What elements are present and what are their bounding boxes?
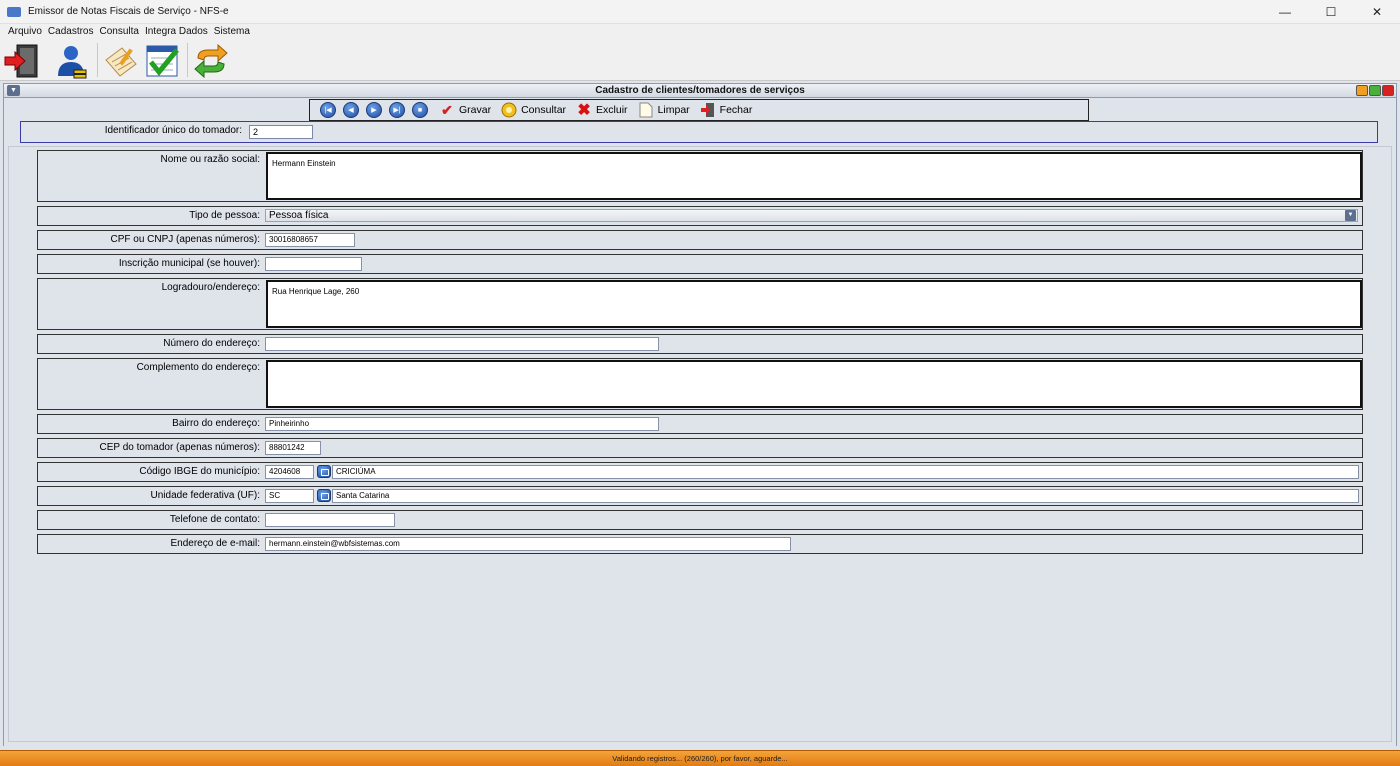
cep-label: CEP do tomador (apenas números): [99, 442, 260, 453]
consultar-button[interactable]: Consultar [501, 102, 566, 118]
id-input[interactable]: 2 [249, 125, 313, 139]
id-label: Identificador único do tomador: [104, 125, 242, 136]
fechar-button[interactable]: Fechar [700, 102, 752, 118]
notes-icon[interactable] [102, 42, 140, 80]
inscricao-input[interactable] [265, 257, 362, 271]
app-window: Emissor de Notas Fiscais de Serviço - NF… [0, 0, 1400, 766]
uf-label: Unidade federativa (UF): [150, 490, 261, 501]
complemento-label: Complemento do endereço: [136, 362, 260, 373]
toolbar-separator [187, 43, 188, 77]
row-cpf-cnpj: CPF ou CNPJ (apenas números): 3001680865… [37, 230, 1363, 250]
menu-integra-dados[interactable]: Integra Dados [145, 26, 208, 37]
blank-page-icon [638, 102, 654, 118]
exit-door-icon [700, 102, 716, 118]
close-button[interactable]: ✕ [1354, 0, 1400, 24]
checklist-icon[interactable] [143, 42, 181, 80]
nome-label: Nome ou razão social: [160, 154, 261, 165]
ibge-label: Código IBGE do município: [139, 466, 260, 477]
search-icon [501, 102, 517, 118]
row-ibge: Código IBGE do município: 4204608 CRICIÚ… [37, 462, 1363, 482]
menu-consulta[interactable]: Consulta [99, 26, 138, 37]
last-record-icon[interactable]: ▶| [389, 102, 405, 118]
numero-input[interactable] [265, 337, 659, 351]
row-tipo-pessoa: Tipo de pessoa: Pessoa física ▼ [37, 206, 1363, 226]
ibge-input[interactable]: 4204608 [265, 465, 314, 479]
internal-frame-titlebar: ▼ Cadastro de clientes/tomadores de serv… [3, 83, 1397, 98]
frame-maximize-button[interactable] [1369, 85, 1381, 96]
menu-sistema[interactable]: Sistema [214, 26, 250, 37]
next-record-icon[interactable]: ▶ [366, 102, 382, 118]
email-label: Endereço de e-mail: [170, 538, 261, 549]
frame-title: Cadastro de clientes/tomadores de serviç… [595, 85, 805, 96]
limpar-button[interactable]: Limpar [638, 102, 690, 118]
municipio-name-field: CRICIÚMA [332, 465, 1359, 479]
cpf-cnpj-label: CPF ou CNPJ (apenas números): [110, 234, 260, 245]
checkmark-icon: ✔ [441, 101, 453, 118]
id-panel: Identificador único do tomador: 2 [20, 121, 1378, 143]
menu-bar: Arquivo Cadastros Consulta Integra Dados… [0, 24, 1400, 39]
chevron-down-icon[interactable]: ▼ [1345, 210, 1356, 221]
row-nome: Nome ou razão social: Hermann Einstein [37, 150, 1363, 202]
window-controls: — ☐ ✕ [1262, 0, 1400, 24]
row-uf: Unidade federativa (UF): SC Santa Catari… [37, 486, 1363, 506]
row-cep: CEP do tomador (apenas números): 8880124… [37, 438, 1363, 458]
tipo-pessoa-value: Pessoa física [269, 210, 329, 221]
sync-icon[interactable] [192, 42, 230, 80]
status-text: Validando registros... (260/260), por fa… [612, 754, 788, 763]
cep-input[interactable]: 88801242 [265, 441, 321, 455]
frame-close-button[interactable] [1382, 85, 1394, 96]
telefone-label: Telefone de contato: [169, 514, 260, 525]
bairro-input[interactable]: Pinheirinho [265, 417, 659, 431]
delete-x-icon: ✖ [577, 102, 591, 119]
status-bar: Validando registros... (260/260), por fa… [0, 750, 1400, 766]
bairro-label: Bairro do endereço: [172, 418, 260, 429]
gravar-button[interactable]: ✔ Gravar [439, 102, 491, 118]
row-logradouro: Logradouro/endereço: Rua Henrique Lage, … [37, 278, 1363, 330]
minimize-button[interactable]: — [1262, 0, 1308, 24]
app-icon [7, 6, 21, 17]
main-toolbar [0, 39, 1400, 81]
window-title: Emissor de Notas Fiscais de Serviço - NF… [28, 6, 229, 17]
telefone-input[interactable] [265, 513, 395, 527]
excluir-button[interactable]: ✖ Excluir [576, 102, 627, 119]
nome-textarea[interactable]: Hermann Einstein [266, 152, 1362, 200]
cpf-cnpj-input[interactable]: 30016808657 [265, 233, 355, 247]
logradouro-textarea[interactable]: Rua Henrique Lage, 260 [266, 280, 1362, 328]
row-inscricao: Inscrição municipal (se houver): [37, 254, 1363, 274]
row-email: Endereço de e-mail: hermann.einstein@wbf… [37, 534, 1363, 554]
stop-icon[interactable]: ■ [412, 102, 428, 118]
user-icon[interactable] [52, 42, 90, 80]
row-bairro: Bairro do endereço: Pinheirinho [37, 414, 1363, 434]
uf-lookup-icon[interactable] [317, 489, 331, 502]
ibge-lookup-icon[interactable] [317, 465, 331, 478]
email-input[interactable]: hermann.einstein@wbfsistemas.com [265, 537, 791, 551]
first-record-icon[interactable]: |◀ [320, 102, 336, 118]
complemento-textarea[interactable] [266, 360, 1362, 408]
exit-icon[interactable] [3, 42, 41, 80]
uf-name-field: Santa Catarina [332, 489, 1359, 503]
tipo-pessoa-label: Tipo de pessoa: [189, 210, 260, 221]
window-titlebar: Emissor de Notas Fiscais de Serviço - NF… [0, 0, 1400, 24]
menu-arquivo[interactable]: Arquivo [8, 26, 42, 37]
inscricao-label: Inscrição municipal (se houver): [118, 258, 260, 269]
toolbar-separator [97, 43, 98, 77]
maximize-button[interactable]: ☐ [1308, 0, 1354, 24]
uf-input[interactable]: SC [265, 489, 314, 503]
row-telefone: Telefone de contato: [37, 510, 1363, 530]
row-numero: Número do endereço: [37, 334, 1363, 354]
frame-minimize-button[interactable] [1356, 85, 1368, 96]
row-complemento: Complemento do endereço: [37, 358, 1363, 410]
menu-cadastros[interactable]: Cadastros [48, 26, 94, 37]
logradouro-label: Logradouro/endereço: [161, 282, 260, 293]
previous-record-icon[interactable]: ◀ [343, 102, 359, 118]
numero-label: Número do endereço: [163, 338, 260, 349]
frame-menu-chevron-icon[interactable]: ▼ [7, 85, 20, 96]
tipo-pessoa-select[interactable]: Pessoa física ▼ [265, 209, 1358, 222]
record-toolbar: |◀ ◀ ▶ ▶| ■ ✔ Gravar Consultar ✖ Excluir… [309, 99, 1089, 121]
